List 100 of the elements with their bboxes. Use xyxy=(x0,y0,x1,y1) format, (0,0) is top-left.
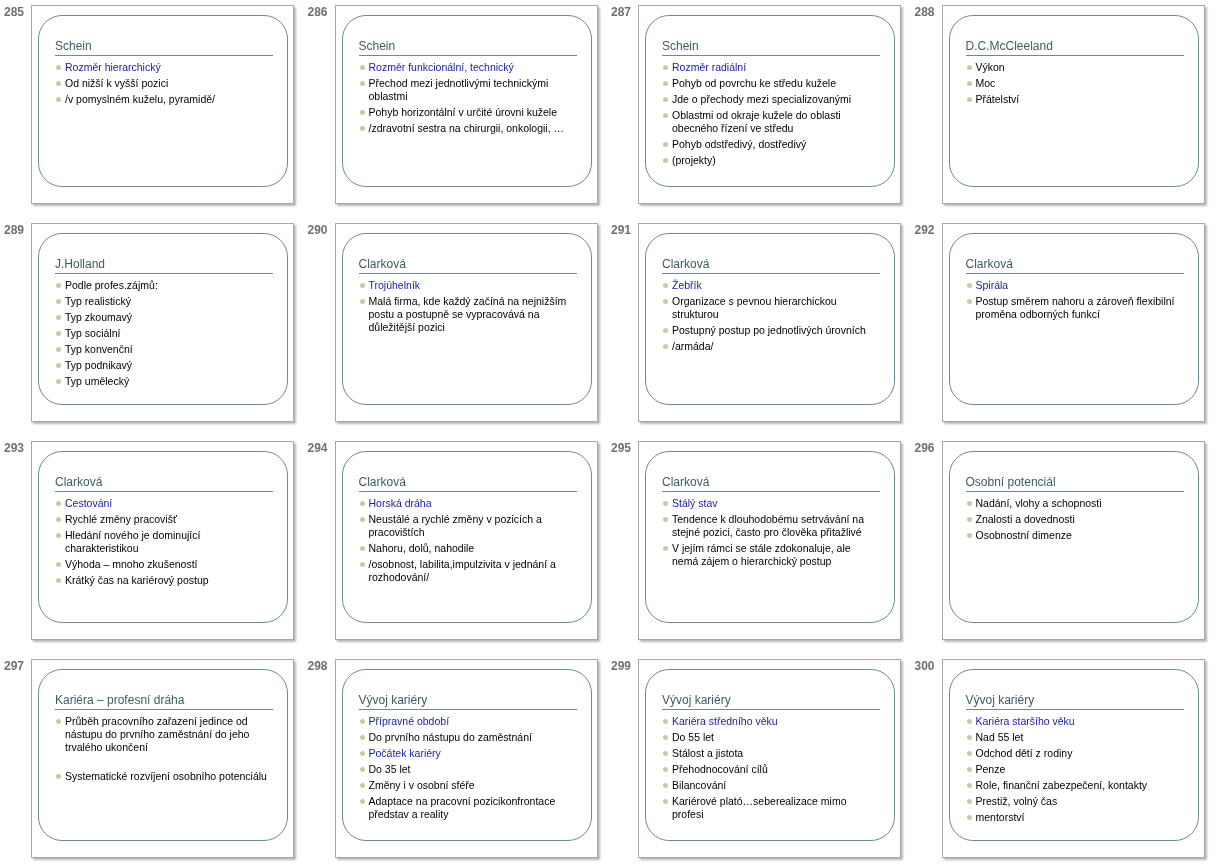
bullet-text: Do 55 let xyxy=(672,731,716,744)
bullet-icon xyxy=(56,379,61,384)
bullet-text: Typ realistický xyxy=(65,295,132,308)
bullet-icon xyxy=(56,81,61,86)
bullet-text: Postup směrem nahoru a zároveň flexibilní proměna odborných funkcí xyxy=(975,295,1176,321)
bullet-icon xyxy=(359,126,365,131)
bullet-icon xyxy=(359,767,365,772)
bullet-text: Rozměr hierarchický xyxy=(65,61,162,74)
bullet-icon xyxy=(359,719,365,724)
bullet-text: Oblastmi od okraje kužele do oblasti obecného řízení ve středu xyxy=(672,109,842,135)
bullet-text: Znalosti a dovednosti xyxy=(975,513,1076,526)
bullet-text: Typ konvenční xyxy=(65,343,134,356)
bullet-icon xyxy=(56,517,61,522)
slide-number: 300 xyxy=(914,659,936,673)
slide-thumbnail[interactable]: Vývoj kariéry Kariéra středního věku Do 55 let Stálost a jistota Přehodnocování cílů Bilancování Kariérové plató…seberealizace mimo profesi xyxy=(638,659,901,858)
bullet-text: Malá firma, kde každý začíná na nejnižším postu a postupně se vypracovává na důležitější pozici xyxy=(368,295,568,334)
bullet-text: Penze xyxy=(975,763,1007,776)
bullet-text: Výhoda – mnoho zkušeností xyxy=(65,558,199,571)
slide-thumbnail[interactable]: D.C.McCleeland Výkon Moc Přátelství xyxy=(941,5,1205,204)
bullet-text: Typ zkoumavý xyxy=(65,311,134,324)
slide-title: Vývoj kariéry xyxy=(965,693,1184,710)
bullet-icon xyxy=(359,562,365,567)
bullet-icon xyxy=(56,331,61,336)
slide-number: 294 xyxy=(307,441,329,455)
bullet-text: Cestování xyxy=(65,497,114,510)
slide-thumbnail[interactable]: Schein Rozměr funkcionální, technický Přechod mezi jednotlivými technickými oblastmi Pohyb horizontální v určité úrovni kužele /zdravotní sestra na chirurgii, onkologii, … xyxy=(334,5,598,204)
slide-number: 288 xyxy=(914,5,936,19)
bullet-icon xyxy=(966,501,972,506)
bullet-icon xyxy=(56,562,61,567)
bullet-text: Horská dráha xyxy=(368,497,433,510)
slide-title: D.C.McCleeland xyxy=(965,39,1184,56)
bullet-icon xyxy=(663,783,668,788)
bullet-text: Spirála xyxy=(975,279,1010,292)
bullet-icon xyxy=(359,799,365,804)
bullet-icon xyxy=(56,363,61,368)
slide-title: Clarková xyxy=(358,257,577,274)
slide-number: 295 xyxy=(611,441,633,455)
slide-thumbnail[interactable]: Clarková Stálý stav Tendence k dlouhodobému setrvávání na stejné pozici, často pro člověka přitažlivé V jejím rámci se stále zdokonaluje, ale nemá zájem o hierarchický postup xyxy=(638,441,901,640)
bullet-icon xyxy=(663,113,668,118)
bullet-icon xyxy=(663,751,668,756)
slide-thumbnail[interactable]: Clarková Žebřík Organizace s pevnou hierarchickou strukturou Postupný postup po jednotlivých úrovních /armáda/ xyxy=(638,223,901,422)
slide-thumbnail[interactable]: J.Holland Podle profes.zájmů: Typ realistický Typ zkoumavý Typ sociální Typ konvenční Typ podnikavý Typ umělecký xyxy=(31,223,294,422)
bullet-icon xyxy=(966,767,972,772)
bullet-text: Přátelství xyxy=(975,93,1021,106)
bullet-text: Pohyb od povrchu ke středu kužele xyxy=(672,77,838,90)
slide-title: Schein xyxy=(55,39,273,56)
slide-thumbnail[interactable]: Kariéra – profesní dráha Průběh pracovního zařazení jedince od nástupu do prvního zaměstnání do jeho trvalého ukončení Systematické rozvíjení osobního potenciálu xyxy=(31,659,294,858)
bullet-icon xyxy=(663,158,668,163)
bullet-icon xyxy=(966,533,972,538)
bullet-text: Nadání, vlohy a schopnosti xyxy=(975,497,1103,510)
bullet-icon xyxy=(359,751,365,756)
bullet-icon xyxy=(663,546,668,551)
bullet-icon xyxy=(966,783,972,788)
bullet-text: Tendence k dlouhodobému setrvávání na stejné pozici, často pro člověka přitažlivé xyxy=(672,513,866,539)
slide-title: Clarková xyxy=(55,475,273,492)
bullet-icon xyxy=(966,719,972,724)
slide-thumbnail[interactable]: Osobní potenciál Nadání, vlohy a schopnosti Znalosti a dovednosti Osobnostní dimenze xyxy=(941,441,1205,640)
slide-thumbnail[interactable]: Schein Rozměr hierarchický Od nižší k vyšší pozici /v pomyslném kuželu, pyramidě/ xyxy=(31,5,294,204)
slide-number: 289 xyxy=(4,223,26,237)
slide-number: 299 xyxy=(611,659,633,673)
bullet-icon xyxy=(966,799,972,804)
slide-thumbnail[interactable]: Clarková Spirála Postup směrem nahoru a zároveň flexibilní proměna odborných funkcí xyxy=(941,223,1205,422)
slide-title: Clarková xyxy=(662,257,880,274)
bullet-text: Bilancování xyxy=(672,779,728,792)
slide-number: 296 xyxy=(914,441,936,455)
bullet-icon xyxy=(56,315,61,320)
bullet-icon xyxy=(359,517,365,522)
bullet-text: Hledání nového je dominující charakteristikou xyxy=(65,529,202,555)
slide-title: Clarková xyxy=(965,257,1184,274)
bullet-text: Jde o přechody mezi specializovanými xyxy=(672,93,853,106)
slide-thumbnail[interactable]: Schein Rozměr radiální Pohyb od povrchu ke středu kužele Jde o přechody mezi specializovanými Oblastmi od okraje kužele do oblasti obecného řízení ve středu Pohyb odstředivý, dostředivý (projekty) xyxy=(638,5,901,204)
bullet-text: Kariérové plató…seberealizace mimo profesi xyxy=(672,795,848,821)
slide-thumbnail[interactable]: Clarková Trojúhelník Malá firma, kde každý začíná na nejnižším postu a postupně se vypracovává na důležitější pozici xyxy=(334,223,598,422)
bullet-text: Přechod mezi jednotlivými technickými oblastmi xyxy=(368,77,550,103)
bullet-icon xyxy=(966,751,972,756)
slide-title: Osobní potenciál xyxy=(965,475,1184,492)
bullet-text: Role, finanční zabezpečení, kontakty xyxy=(975,779,1149,792)
bullet-text: Systematické rozvíjení osobního potenciálu xyxy=(65,770,268,783)
slide-number: 297 xyxy=(4,659,26,673)
bullet-icon xyxy=(663,799,668,804)
slide-thumbnail[interactable]: Vývoj kariéry Kariéra staršího věku Nad 55 let Odchod dětí z rodiny Penze Role, finanční zabezpečení, kontakty Prestiž, volný čas mentorství xyxy=(941,659,1205,858)
slide-thumbnail[interactable]: Vývoj kariéry Přípravné období Do prvního nástupu do zaměstnání Počátek kariéry Do 35 let Změny i v osobní sféře Adaptace na pracovní pozicikonfrontace představ a reality xyxy=(334,659,598,858)
slide-thumbnail[interactable]: Clarková Cestování Rychlé změny pracovišť Hledání nového je dominující charakteristikou Výhoda – mnoho zkušeností Krátký čas na kariérový postup xyxy=(31,441,294,640)
bullet-icon xyxy=(359,501,365,506)
bullet-text: Moc xyxy=(975,77,997,90)
bullet-icon xyxy=(663,142,668,147)
bullet-text: Změny i v osobní sféře xyxy=(368,779,476,792)
bullet-icon xyxy=(56,299,61,304)
bullet-text: Výkon xyxy=(975,61,1006,74)
slide-number: 286 xyxy=(307,5,329,19)
slide-number: 285 xyxy=(4,5,26,19)
slide-title: J.Holland xyxy=(55,257,273,274)
slide-title: Clarková xyxy=(358,475,577,492)
bullet-text: Krátký čas na kariérový postup xyxy=(65,574,210,587)
bullet-text: Postupný postup po jednotlivých úrovních xyxy=(672,324,867,337)
bullet-text: Pohyb odstředivý, dostředivý xyxy=(672,138,808,151)
bullet-icon xyxy=(359,299,365,304)
slide-thumbnail[interactable]: Clarková Horská dráha Neustálé a rychlé změny v pozicích a pracovištích Nahoru, dolů, nahodile /osobnost, labilita,impulzivita v jednání a rozhodování/ xyxy=(334,441,598,640)
bullet-text: Pohyb horizontální v určité úrovni kužele xyxy=(368,106,559,119)
bullet-icon xyxy=(359,735,365,740)
